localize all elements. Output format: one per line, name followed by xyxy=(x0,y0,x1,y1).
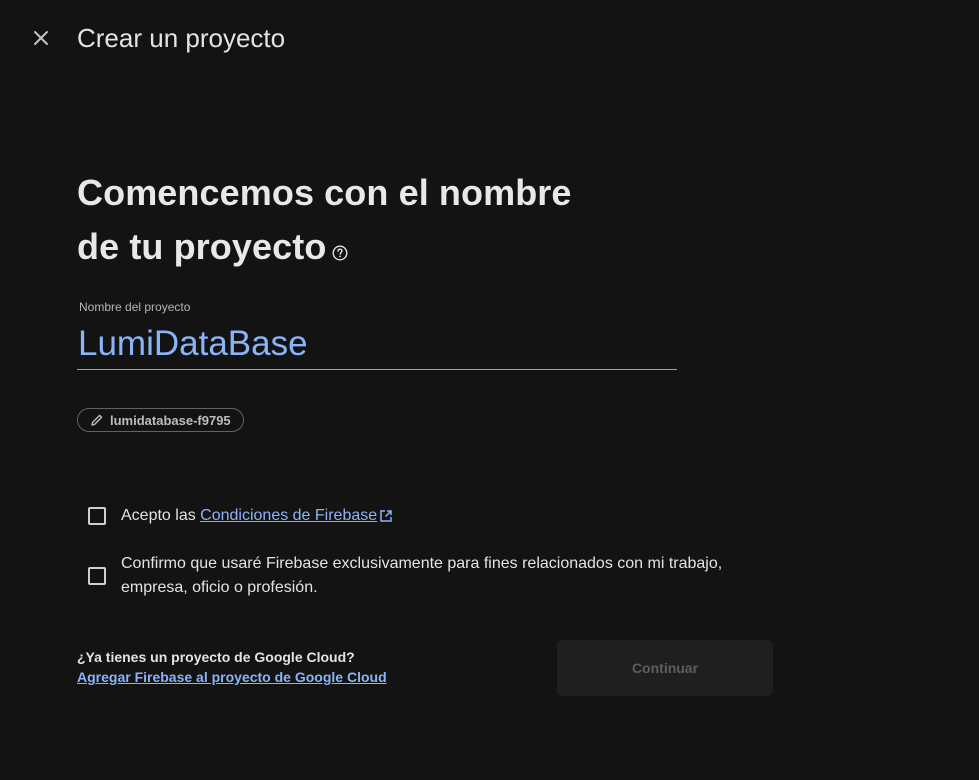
hero-line-2-text: de tu proyecto xyxy=(77,226,327,267)
create-project-page: Crear un proyecto Comencemos con el nomb… xyxy=(0,0,979,780)
firebase-terms-link[interactable]: Condiciones de Firebase xyxy=(200,507,377,524)
project-id-text: lumidatabase-f9795 xyxy=(110,412,231,428)
page-title: Crear un proyecto xyxy=(77,23,286,53)
hero-line-1: Comencemos con el nombre xyxy=(77,172,572,213)
confirm-line-2: empresa, oficio o profesión. xyxy=(121,579,318,596)
close-button[interactable] xyxy=(27,24,55,52)
pencil-icon xyxy=(91,414,103,426)
project-name-label: Nombre del proyecto xyxy=(79,300,191,314)
hero-line-2: de tu proyecto xyxy=(77,220,637,276)
project-name-input[interactable] xyxy=(77,318,677,370)
external-link-icon[interactable] xyxy=(379,509,393,523)
terms-prefix: Acepto las xyxy=(121,507,201,524)
help-icon[interactable] xyxy=(332,222,348,276)
hero-heading: Comencemos con el nombre de tu proyecto xyxy=(77,166,637,276)
confirm-text: Confirmo que usaré Firebase exclusivamen… xyxy=(121,552,722,600)
close-icon xyxy=(34,31,48,45)
confirm-line-1: Confirmo que usaré Firebase exclusivamen… xyxy=(121,555,723,572)
google-cloud-question: ¿Ya tienes un proyecto de Google Cloud? xyxy=(77,649,355,665)
terms-row: Acepto las Condiciones de Firebase xyxy=(88,504,393,528)
confirm-checkbox[interactable] xyxy=(88,567,106,585)
project-id-chip[interactable]: lumidatabase-f9795 xyxy=(77,408,244,432)
add-firebase-to-gcloud-link[interactable]: Agregar Firebase al proyecto de Google C… xyxy=(77,669,387,685)
terms-text: Acepto las Condiciones de Firebase xyxy=(121,504,393,528)
confirm-row: Confirmo que usaré Firebase exclusivamen… xyxy=(88,552,738,600)
terms-checkbox[interactable] xyxy=(88,507,106,525)
continue-button[interactable]: Continuar xyxy=(557,640,773,696)
